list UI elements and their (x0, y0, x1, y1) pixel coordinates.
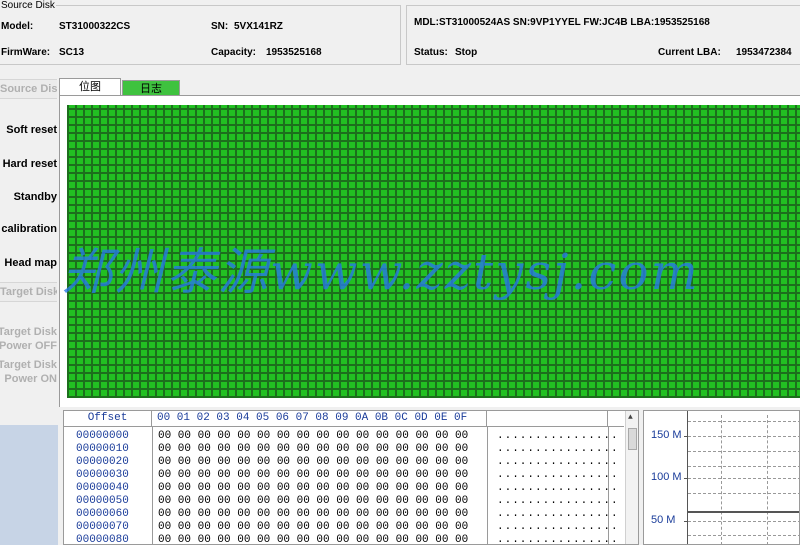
target-disk-panel: MDL:ST31000524AS SN:9VP1YYEL FW:JC4B LBA… (406, 5, 800, 65)
hex-row[interactable]: 00000070 00 00 00 00 00 00 00 00 00 00 00… (64, 521, 624, 534)
target-power-off-button[interactable]: Target Disk Power OFF (0, 325, 57, 353)
hex-row-bytes: 00 00 00 00 00 00 00 00 00 00 00 00 00 0… (158, 456, 469, 468)
hex-viewer[interactable]: Offset 00 01 02 03 04 05 06 07 08 09 0A … (63, 410, 639, 545)
capacity-label: Capacity: (211, 47, 257, 58)
sector-map-panel (59, 95, 800, 407)
hex-row-bytes: 00 00 00 00 00 00 00 00 00 00 00 00 00 0… (158, 495, 469, 507)
graph-gridline (688, 451, 799, 452)
hex-row-ascii: ................ (497, 521, 619, 533)
hex-row[interactable]: 00000030 00 00 00 00 00 00 00 00 00 00 00… (64, 469, 624, 482)
hex-row[interactable]: 00000050 00 00 00 00 00 00 00 00 00 00 00… (64, 495, 624, 508)
hex-header: Offset 00 01 02 03 04 05 06 07 08 09 0A … (64, 411, 624, 427)
status-label: Status: (414, 47, 448, 58)
hex-row-ascii: ................ (497, 443, 619, 455)
standby-button[interactable]: Standby (14, 191, 57, 203)
tab-bitmap[interactable]: 位图 (59, 78, 121, 96)
hex-row[interactable]: 00000000 00 00 00 00 00 00 00 00 00 00 00… (64, 430, 624, 443)
left-status-area (0, 425, 58, 545)
hex-row[interactable]: 00000060 00 00 00 00 00 00 00 00 00 00 00… (64, 508, 624, 521)
source-disk-title: Source Disk (0, 0, 56, 11)
hex-row-offset: 00000030 (76, 469, 129, 481)
hex-row-bytes: 00 00 00 00 00 00 00 00 00 00 00 00 00 0… (158, 482, 469, 494)
hex-row-offset: 00000080 (76, 534, 129, 545)
scroll-thumb[interactable] (628, 428, 637, 450)
head-map-button[interactable]: Head map (4, 257, 57, 269)
graph-label-100: 100 M (651, 471, 682, 483)
graph-gridline (688, 478, 799, 479)
target-power-on-line2: Power ON (4, 373, 57, 385)
hex-row-bytes: 00 00 00 00 00 00 00 00 00 00 00 00 00 0… (158, 430, 469, 442)
hex-row-ascii: ................ (497, 495, 619, 507)
firmware-value: SC13 (59, 47, 85, 58)
graph-gridline (688, 466, 799, 467)
tab-log[interactable]: 日志 (122, 80, 180, 96)
hex-row-ascii: ................ (497, 508, 619, 520)
hex-scrollbar[interactable]: ▲ (625, 411, 638, 544)
graph-gridline (688, 436, 799, 437)
hex-bytes-header: 00 01 02 03 04 05 06 07 08 09 0A 0B 0C 0… (157, 411, 487, 427)
target-power-off-line2: Power OFF (0, 340, 57, 352)
graph-label-150: 150 M (651, 429, 682, 441)
hex-row[interactable]: 00000020 00 00 00 00 00 00 00 00 00 00 00… (64, 456, 624, 469)
sn-label: SN: (211, 21, 229, 32)
target-power-off-line1: Target Disk (0, 326, 57, 338)
hex-row-bytes: 00 00 00 00 00 00 00 00 00 00 00 00 00 0… (158, 443, 469, 455)
graph-gridline (688, 421, 799, 422)
graph-gridline (688, 521, 799, 522)
hex-row-offset: 00000020 (76, 456, 129, 468)
graph-gridline (767, 415, 768, 544)
hex-row[interactable]: 00000010 00 00 00 00 00 00 00 00 00 00 00… (64, 443, 624, 456)
hex-row-offset: 00000070 (76, 521, 129, 533)
hex-row-ascii: ................ (497, 482, 619, 494)
hex-row-offset: 00000040 (76, 482, 129, 494)
current-lba-label: Current LBA: (658, 47, 721, 58)
target-model-line: MDL:ST31000524AS SN:9VP1YYEL FW:JC4B LBA… (414, 17, 710, 28)
hex-row-bytes: 00 00 00 00 00 00 00 00 00 00 00 00 00 0… (158, 521, 469, 533)
hex-row-offset: 00000010 (76, 443, 129, 455)
source-disk-panel: Source Disk Model: ST31000322CS SN: 5VX1… (0, 0, 401, 65)
current-lba-value: 1953472384 (736, 47, 792, 58)
hex-offset-header: Offset (64, 411, 152, 427)
graph-gridline (721, 415, 722, 544)
capacity-value: 1953525168 (266, 47, 322, 58)
hex-row-ascii: ................ (497, 456, 619, 468)
model-value: ST31000322CS (59, 21, 131, 32)
calibration-button[interactable]: calibration (1, 223, 57, 235)
soft-reset-button[interactable]: Soft reset (6, 124, 57, 136)
hex-row-offset: 00000000 (76, 430, 129, 442)
hex-row-ascii: ................ (497, 469, 619, 481)
target-power-on-button[interactable]: Target Disk Power ON (0, 358, 57, 386)
hard-reset-button[interactable]: Hard reset (3, 158, 57, 170)
speed-graph: 150 M 100 M 50 M (643, 410, 800, 545)
hex-row-offset: 00000060 (76, 508, 129, 520)
hex-row-ascii: ................ (497, 430, 619, 442)
sector-grid[interactable] (67, 105, 800, 398)
hex-row[interactable]: 00000040 00 00 00 00 00 00 00 00 00 00 00… (64, 482, 624, 495)
hex-row-bytes: 00 00 00 00 00 00 00 00 00 00 00 00 00 0… (158, 508, 469, 520)
speed-line (688, 511, 799, 513)
target-power-on-line1: Target Disk (0, 359, 57, 371)
hex-row-bytes: 00 00 00 00 00 00 00 00 00 00 00 00 00 0… (158, 534, 469, 545)
source-disk-section-header: Source Disk (0, 79, 57, 99)
hex-row[interactable]: 00000080 00 00 00 00 00 00 00 00 00 00 00… (64, 534, 624, 545)
status-value: Stop (455, 47, 478, 58)
target-disk-section-header: Target Disk (0, 282, 57, 302)
hex-row-ascii: ................ (497, 534, 619, 545)
hex-ascii-header (488, 411, 608, 427)
graph-gridline (688, 535, 799, 536)
graph-gridline (688, 493, 799, 494)
hex-row-bytes: 00 00 00 00 00 00 00 00 00 00 00 00 00 0… (158, 469, 469, 481)
model-label: Model: (1, 21, 34, 32)
firmware-label: FirmWare: (1, 47, 51, 58)
scroll-up-icon[interactable]: ▲ (628, 413, 633, 422)
left-button-column: Source Disk Soft reset Hard reset Standb… (0, 70, 57, 425)
hex-row-offset: 00000050 (76, 495, 129, 507)
graph-label-50: 50 M (651, 514, 676, 526)
sn-value: 5VX141RZ (234, 21, 283, 32)
